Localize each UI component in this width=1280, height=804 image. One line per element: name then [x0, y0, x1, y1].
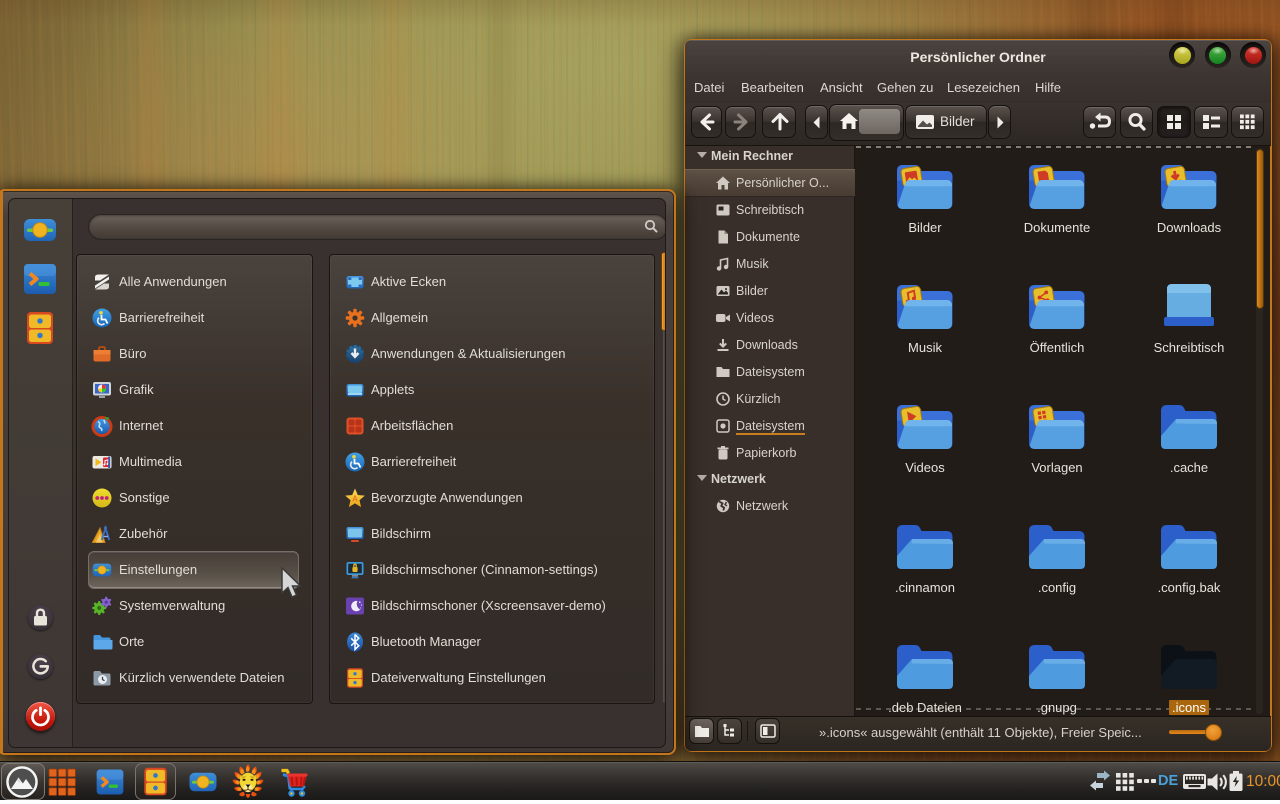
svg-text:A: A: [352, 494, 358, 503]
